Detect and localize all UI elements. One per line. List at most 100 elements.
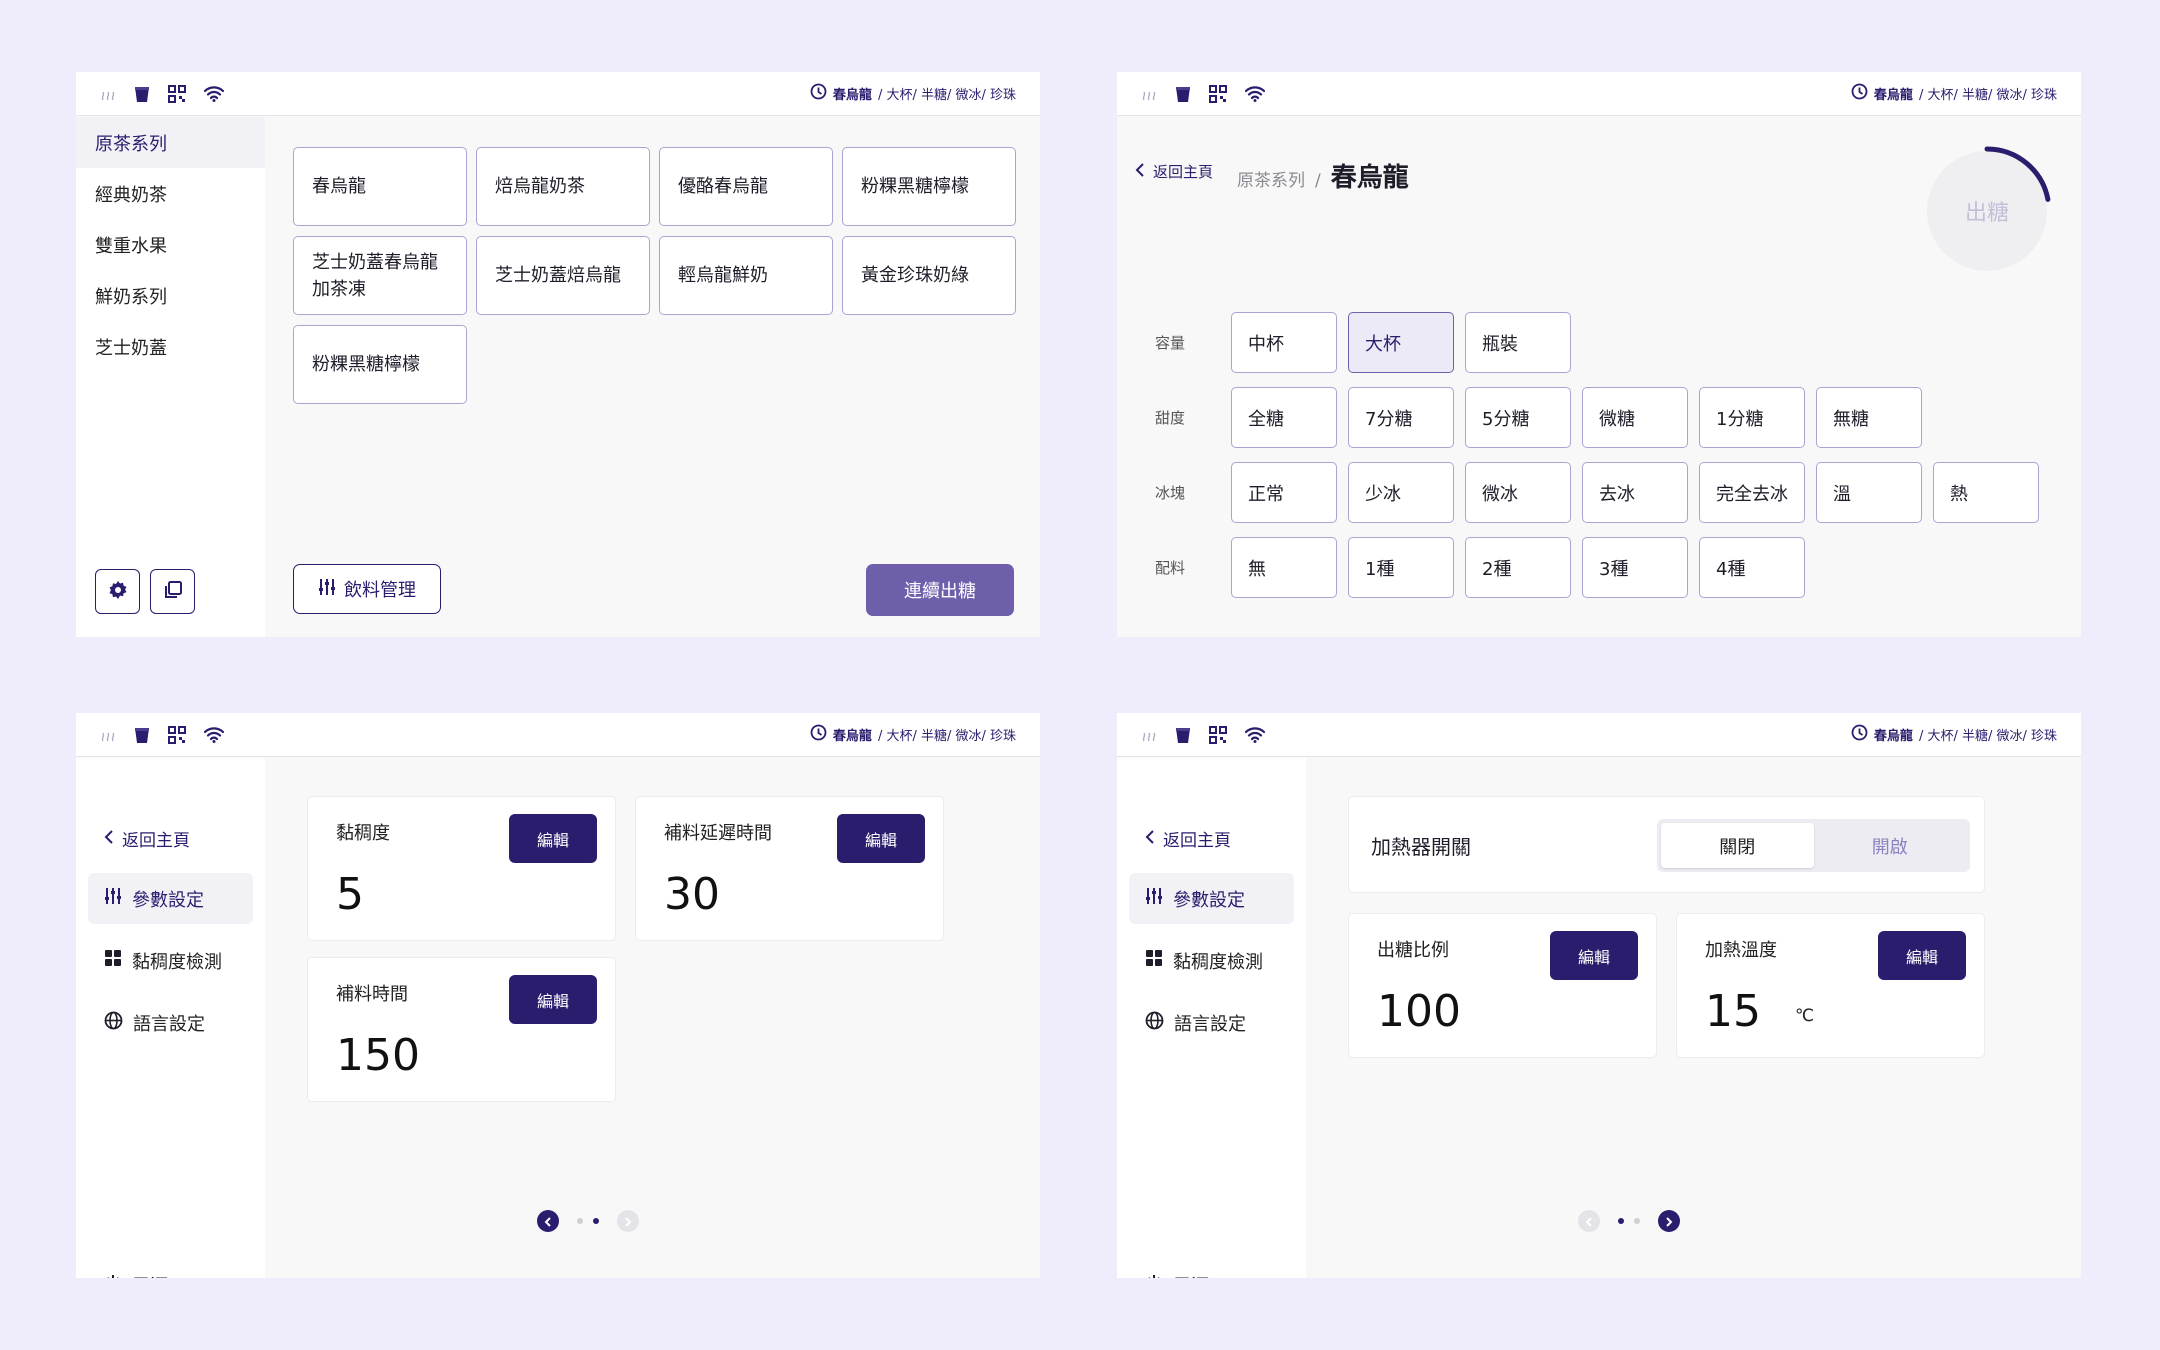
back-to-home-link[interactable]: 返回主頁 <box>104 826 190 851</box>
pager <box>537 1210 639 1232</box>
settings-button[interactable] <box>95 569 140 614</box>
heater-switch-label: 加熱器開關 <box>1371 835 1471 859</box>
edit-button[interactable]: 編輯 <box>1550 931 1638 980</box>
power-button[interactable]: 電源 <box>1145 1272 1209 1278</box>
option-choice[interactable]: 熱 <box>1933 462 2039 523</box>
option-choice[interactable]: 微冰 <box>1465 462 1571 523</box>
current-order: 春烏龍 / 大杯/ 半糖/ 微冰/ 珍珠 <box>1851 83 2057 104</box>
option-choice[interactable]: 5分糖 <box>1465 387 1571 448</box>
param-label: 黏稠度 <box>336 823 390 844</box>
nav-label: 語言設定 <box>133 1013 205 1035</box>
grid-icon <box>1145 949 1163 972</box>
param-card-refill-time: 補料時間 編輯 150 <box>307 957 616 1102</box>
option-choice[interactable]: 全糖 <box>1231 387 1337 448</box>
continuous-dispense-button[interactable]: 連續出糖 <box>866 564 1014 616</box>
option-choice[interactable]: 7分糖 <box>1348 387 1454 448</box>
dispense-button[interactable]: 出糖 <box>1927 145 2053 271</box>
nav-viscosity-test[interactable]: 黏稠度檢測 <box>88 935 253 986</box>
order-name: 春烏龍 <box>1873 729 1913 744</box>
settings-screen-page2: 春烏龍 / 大杯/ 半糖/ 微冰/ 珍珠 返回主頁 參數設定 黏稠度檢測 語言設定… <box>76 713 1040 1278</box>
nav-label: 參數設定 <box>1173 889 1245 911</box>
order-name: 春烏龍 <box>1873 88 1913 103</box>
option-choice-selected[interactable]: 大杯 <box>1348 312 1454 373</box>
back-to-home-link[interactable]: 返回主頁 <box>1145 826 1231 851</box>
option-choice[interactable]: 去冰 <box>1582 462 1688 523</box>
chevron-left-icon <box>1585 1212 1593 1231</box>
option-row-ice: 冰塊 正常 少冰 微冰 去冰 完全去冰 溫 熱 <box>1155 462 2039 523</box>
order-details: / 大杯/ 半糖/ 微冰/ 珍珠 <box>1918 88 2057 103</box>
product-card[interactable]: 春烏龍 <box>293 147 467 226</box>
param-value: 5 <box>336 869 364 920</box>
option-choice[interactable]: 溫 <box>1816 462 1922 523</box>
order-details: / 大杯/ 半糖/ 微冰/ 珍珠 <box>877 88 1016 103</box>
back-label: 返回主頁 <box>1163 831 1231 851</box>
page-dot <box>1634 1218 1640 1224</box>
option-choice[interactable]: 2種 <box>1465 537 1571 598</box>
gear-icon <box>108 580 128 604</box>
chevron-right-icon <box>1665 1212 1673 1231</box>
category-item[interactable]: 原茶系列 <box>76 117 265 168</box>
product-card[interactable]: 粉粿黑糖檸檬 <box>293 325 467 404</box>
power-button[interactable]: 電源 <box>104 1272 168 1278</box>
nav-parameter-settings[interactable]: 參數設定 <box>1129 873 1294 924</box>
menu-screen: 春烏龍 / 大杯/ 半糖/ 微冰/ 珍珠 原茶系列 經典奶茶 雙重水果 鮮奶系列 … <box>76 72 1040 637</box>
heater-toggle[interactable]: 關閉 開啟 <box>1657 819 1970 872</box>
option-choice[interactable]: 微糖 <box>1582 387 1688 448</box>
prev-page-button[interactable] <box>1578 1210 1600 1232</box>
nav-parameter-settings[interactable]: 參數設定 <box>88 873 253 924</box>
category-item[interactable]: 雙重水果 <box>76 219 265 270</box>
option-row-toppings: 配料 無 1種 2種 3種 4種 <box>1155 537 1805 598</box>
option-choice[interactable]: 正常 <box>1231 462 1337 523</box>
option-choice[interactable]: 1分糖 <box>1699 387 1805 448</box>
pager <box>1578 1210 1680 1232</box>
option-choice[interactable]: 完全去冰 <box>1699 462 1805 523</box>
option-choice[interactable]: 3種 <box>1582 537 1688 598</box>
product-card[interactable]: 焙烏龍奶茶 <box>476 147 650 226</box>
heater-on-option[interactable]: 開啟 <box>1814 823 1967 868</box>
category-item[interactable]: 鮮奶系列 <box>76 270 265 321</box>
edit-button[interactable]: 編輯 <box>509 975 597 1024</box>
nav-language-settings[interactable]: 語言設定 <box>88 997 253 1048</box>
sliders-icon <box>1145 887 1163 910</box>
product-card[interactable]: 黃金珍珠奶綠 <box>842 236 1016 315</box>
next-page-button[interactable] <box>617 1210 639 1232</box>
category-sidebar: 原茶系列 經典奶茶 雙重水果 鮮奶系列 芝士奶蓋 <box>76 117 265 637</box>
option-choice[interactable]: 4種 <box>1699 537 1805 598</box>
prev-page-button[interactable] <box>537 1210 559 1232</box>
nav-viscosity-test[interactable]: 黏稠度檢測 <box>1129 935 1294 986</box>
edit-button[interactable]: 編輯 <box>1878 931 1966 980</box>
product-grid: 春烏龍 焙烏龍奶茶 優酪春烏龍 粉粿黑糖檸檬 芝士奶蓋春烏龍 加茶凍 芝士奶蓋焙… <box>293 147 1016 404</box>
status-bar: 春烏龍 / 大杯/ 半糖/ 微冰/ 珍珠 <box>1117 713 2081 757</box>
chevron-left-icon <box>104 829 114 849</box>
back-label: 返回主頁 <box>1153 163 1214 181</box>
edit-button[interactable]: 編輯 <box>837 814 925 863</box>
edit-button[interactable]: 編輯 <box>509 814 597 863</box>
product-card[interactable]: 芝士奶蓋焙烏龍 <box>476 236 650 315</box>
heater-off-option[interactable]: 關閉 <box>1661 823 1814 868</box>
option-choice[interactable]: 中杯 <box>1231 312 1337 373</box>
back-to-home-link[interactable]: 返回主頁 <box>1135 161 1213 182</box>
next-page-button[interactable] <box>1658 1210 1680 1232</box>
product-card[interactable]: 芝士奶蓋春烏龍 加茶凍 <box>293 236 467 315</box>
category-item[interactable]: 芝士奶蓋 <box>76 321 265 372</box>
copy-button[interactable] <box>150 569 195 614</box>
product-card[interactable]: 粉粿黑糖檸檬 <box>842 147 1016 226</box>
chevron-right-icon <box>624 1212 632 1231</box>
drink-management-button[interactable]: 飲料管理 <box>293 564 441 614</box>
status-icons <box>1141 84 1265 103</box>
breadcrumb-category[interactable]: 原茶系列 <box>1237 166 1305 191</box>
option-choice[interactable]: 1種 <box>1348 537 1454 598</box>
param-value: 150 <box>336 1030 420 1081</box>
product-card[interactable]: 優酪春烏龍 <box>659 147 833 226</box>
option-choice[interactable]: 無糖 <box>1816 387 1922 448</box>
nav-language-settings[interactable]: 語言設定 <box>1129 997 1294 1048</box>
option-choice[interactable]: 少冰 <box>1348 462 1454 523</box>
option-choice[interactable]: 瓶裝 <box>1465 312 1571 373</box>
option-choice[interactable]: 無 <box>1231 537 1337 598</box>
nav-label: 語言設定 <box>1174 1013 1246 1035</box>
page-dot <box>577 1218 583 1224</box>
qr-code-icon <box>168 84 186 103</box>
drink-management-label: 飲料管理 <box>344 580 416 601</box>
product-card[interactable]: 輕烏龍鮮奶 <box>659 236 833 315</box>
category-item[interactable]: 經典奶茶 <box>76 168 265 219</box>
